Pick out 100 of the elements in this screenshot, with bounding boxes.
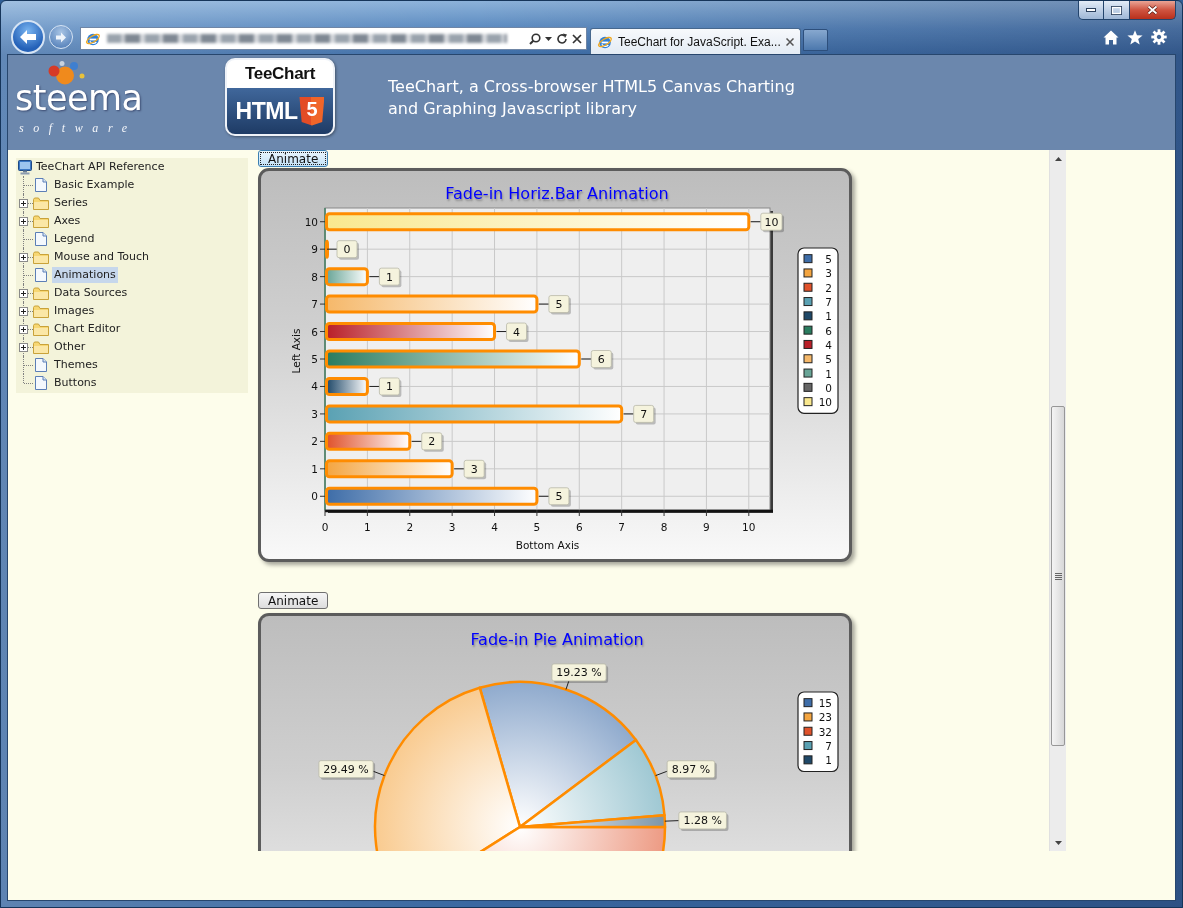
animate-button[interactable]: Animate: [258, 150, 329, 167]
data-label: 1.28 %: [683, 814, 722, 828]
data-label: 2: [428, 435, 436, 449]
tree-item[interactable]: Basic Example: [52, 177, 137, 193]
chart-title: Fade-in Horiz.Bar Animation: [445, 184, 669, 203]
leader-line: [496, 331, 507, 333]
tree-item[interactable]: Other: [52, 339, 88, 355]
home-icon: [1103, 29, 1119, 45]
axis-tick-label: 6: [575, 521, 583, 533]
axis-tick-label: 2: [311, 435, 318, 448]
tree-item[interactable]: Mouse and Touch: [52, 249, 151, 265]
close-icon: [1147, 5, 1158, 15]
axis-tick-label: 1: [364, 521, 371, 533]
data-label: 19.23 %: [556, 666, 602, 680]
scroll-thumb[interactable]: [1051, 406, 1065, 746]
tree-item[interactable]: Chart Editor: [52, 321, 123, 337]
maximize-button[interactable]: [1104, 1, 1130, 20]
logo-wordmark: steema: [15, 85, 144, 112]
axis-tick-label: 9: [703, 521, 710, 533]
folder-icon: [33, 250, 49, 264]
back-button[interactable]: [11, 20, 45, 54]
banner-text: HTML: [235, 97, 298, 125]
axis-tick-label: 3: [448, 521, 456, 533]
axis-tick-label: 0: [321, 521, 329, 533]
home-button[interactable]: [1103, 29, 1119, 45]
leader-line: [623, 413, 635, 415]
axis-tick-label: 7: [618, 521, 625, 533]
axis-tick-label: 2: [406, 521, 414, 533]
tab-close-button[interactable]: [785, 37, 794, 46]
settings-button[interactable]: [1151, 29, 1167, 45]
value-label: 0: [336, 240, 359, 260]
expand-icon[interactable]: [19, 342, 28, 352]
axis-tick-label: 10: [304, 215, 318, 228]
expand-icon[interactable]: [19, 198, 28, 208]
leader-line: [538, 495, 550, 497]
legend-label: 7: [825, 296, 832, 309]
favorites-button[interactable]: [1127, 29, 1143, 45]
minimize-icon: [1086, 8, 1096, 12]
leader-line: [580, 358, 592, 360]
value-label: 10: [760, 212, 784, 233]
value-label: 3: [463, 459, 487, 480]
page-icon: [35, 232, 47, 246]
data-label: 7: [640, 407, 648, 421]
tree-item[interactable]: Images: [52, 303, 97, 319]
maximize-icon: [1111, 5, 1122, 15]
new-tab-button[interactable]: [802, 29, 828, 51]
value-label: 1: [379, 267, 402, 288]
expand-icon[interactable]: [19, 252, 28, 262]
grip-icon: [1054, 572, 1062, 580]
chart-title: Fade-in Pie Animation: [470, 630, 644, 649]
value-label: 1: [379, 377, 402, 397]
axis-tick-label: 3: [311, 407, 318, 420]
axis-tick-label: 4: [491, 521, 498, 533]
tree-item[interactable]: Series: [52, 195, 90, 211]
legend-label: 2: [825, 281, 832, 294]
data-label: 3: [470, 462, 478, 476]
expand-icon[interactable]: [19, 216, 28, 226]
value-label: 1.28 %: [678, 811, 729, 831]
legend-label: 1: [825, 310, 832, 323]
folder-icon: [33, 214, 49, 228]
close-button[interactable]: [1130, 1, 1176, 20]
folder-icon: [33, 286, 49, 300]
axis-title: Left Axis: [290, 328, 302, 374]
search-button[interactable]: [529, 32, 541, 45]
legend-label: 4: [825, 338, 832, 351]
browser-tab[interactable]: TeeChart for JavaScript. Exa...: [590, 28, 801, 54]
animate-button[interactable]: Animate: [258, 592, 329, 609]
axis-tick-label: 1: [311, 462, 318, 475]
badge-title: TeeChart: [245, 63, 315, 85]
folder-icon: [33, 322, 49, 336]
data-label: 5: [555, 490, 563, 504]
minimize-button[interactable]: [1078, 1, 1104, 20]
axis-tick-label: 8: [311, 270, 318, 283]
legend-label: 0: [825, 381, 832, 394]
address-field[interactable]: [80, 27, 587, 50]
close-icon: [572, 33, 582, 44]
stop-button[interactable]: [572, 33, 582, 44]
tree-item[interactable]: Themes: [52, 357, 100, 373]
legend-label: 1: [825, 754, 832, 767]
settings-icon: [1151, 29, 1167, 45]
tree-item[interactable]: Legend: [52, 231, 97, 247]
tree-item[interactable]: Axes: [52, 213, 83, 229]
tree-item[interactable]: Animations: [52, 267, 118, 283]
tree-item[interactable]: Buttons: [52, 375, 99, 391]
tree-item[interactable]: TeeChart API Reference: [34, 159, 167, 175]
expand-icon[interactable]: [19, 288, 28, 298]
legend-label: 5: [825, 253, 832, 266]
expand-icon[interactable]: [19, 324, 28, 334]
data-label: 10: [764, 215, 779, 229]
tree-item[interactable]: Data Sources: [52, 285, 130, 301]
page-icon: [35, 376, 47, 390]
computer-icon: [18, 159, 32, 175]
refresh-button[interactable]: [556, 32, 568, 45]
axis-tick-label: 4: [311, 380, 318, 393]
forward-button[interactable]: [49, 25, 73, 49]
axis-tick-label: 5: [311, 353, 318, 365]
dropdown-button[interactable]: [545, 36, 552, 41]
expand-icon[interactable]: [19, 306, 28, 316]
header-description: TeeChart, a Cross-browser HTML5 Canvas Charting and Graphing Javascript library: [388, 76, 796, 120]
scrollbar-track[interactable]: [1049, 150, 1066, 851]
